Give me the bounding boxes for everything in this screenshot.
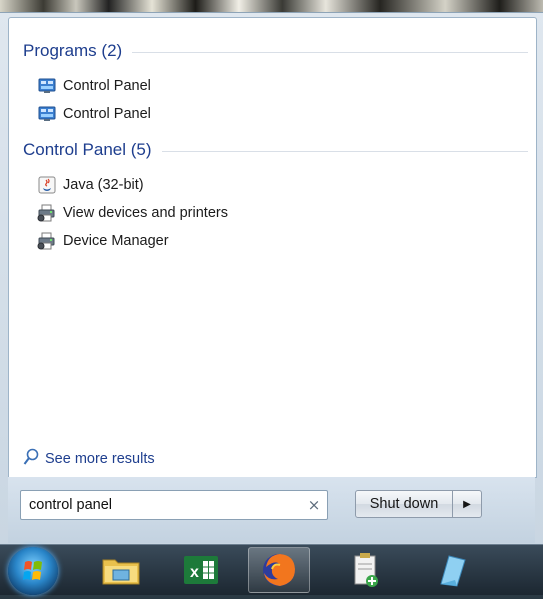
file-explorer-icon[interactable] [90, 547, 152, 593]
control-panel-icon [37, 77, 57, 95]
control-panel-icon [37, 105, 57, 123]
result-item-java[interactable]: Java (32-bit) [37, 172, 144, 198]
firefox-icon[interactable] [248, 547, 310, 593]
result-item-label: View devices and printers [63, 205, 228, 221]
clear-search-icon[interactable]: × [301, 496, 327, 514]
search-results-pane: Programs (2) Control Panel Control Panel… [8, 17, 537, 478]
start-menu: Programs (2) Control Panel Control Panel… [0, 12, 543, 545]
device-manager-icon [37, 232, 57, 250]
group-header-control-panel: Control Panel (5) [23, 137, 528, 163]
shutdown-button[interactable]: Shut down [355, 490, 453, 518]
group-header-programs: Programs (2) [23, 38, 528, 64]
search-box: × [20, 490, 328, 520]
result-item-view-devices-and-printers[interactable]: View devices and printers [37, 200, 228, 226]
start-orb-icon[interactable] [8, 547, 58, 595]
see-more-results-link[interactable]: See more results [23, 448, 155, 470]
result-item-control-panel-1[interactable]: Control Panel [37, 73, 151, 99]
notes-icon[interactable] [420, 547, 482, 593]
result-item-label: Control Panel [63, 78, 151, 94]
result-item-label: Control Panel [63, 106, 151, 122]
printer-icon [37, 204, 57, 222]
group-title: Control Panel (5) [23, 140, 152, 159]
notepad-new-icon[interactable] [335, 547, 397, 593]
result-item-label: Java (32-bit) [63, 177, 144, 193]
result-item-device-manager[interactable]: Device Manager [37, 228, 169, 254]
see-more-label: See more results [45, 451, 155, 467]
java-icon [37, 176, 57, 194]
search-input[interactable] [21, 493, 301, 517]
search-icon [23, 448, 39, 470]
group-divider [132, 51, 528, 53]
group-title: Programs (2) [23, 41, 123, 60]
excel-icon[interactable]: x [170, 547, 232, 593]
shutdown-control: Shut down ▶ [355, 490, 482, 518]
taskbar: x [0, 544, 543, 595]
result-item-label: Device Manager [63, 233, 169, 249]
result-item-control-panel-2[interactable]: Control Panel [37, 101, 151, 127]
shutdown-options-arrow-icon[interactable]: ▶ [453, 490, 482, 518]
group-divider [161, 150, 528, 152]
svg-text:x: x [190, 564, 199, 581]
